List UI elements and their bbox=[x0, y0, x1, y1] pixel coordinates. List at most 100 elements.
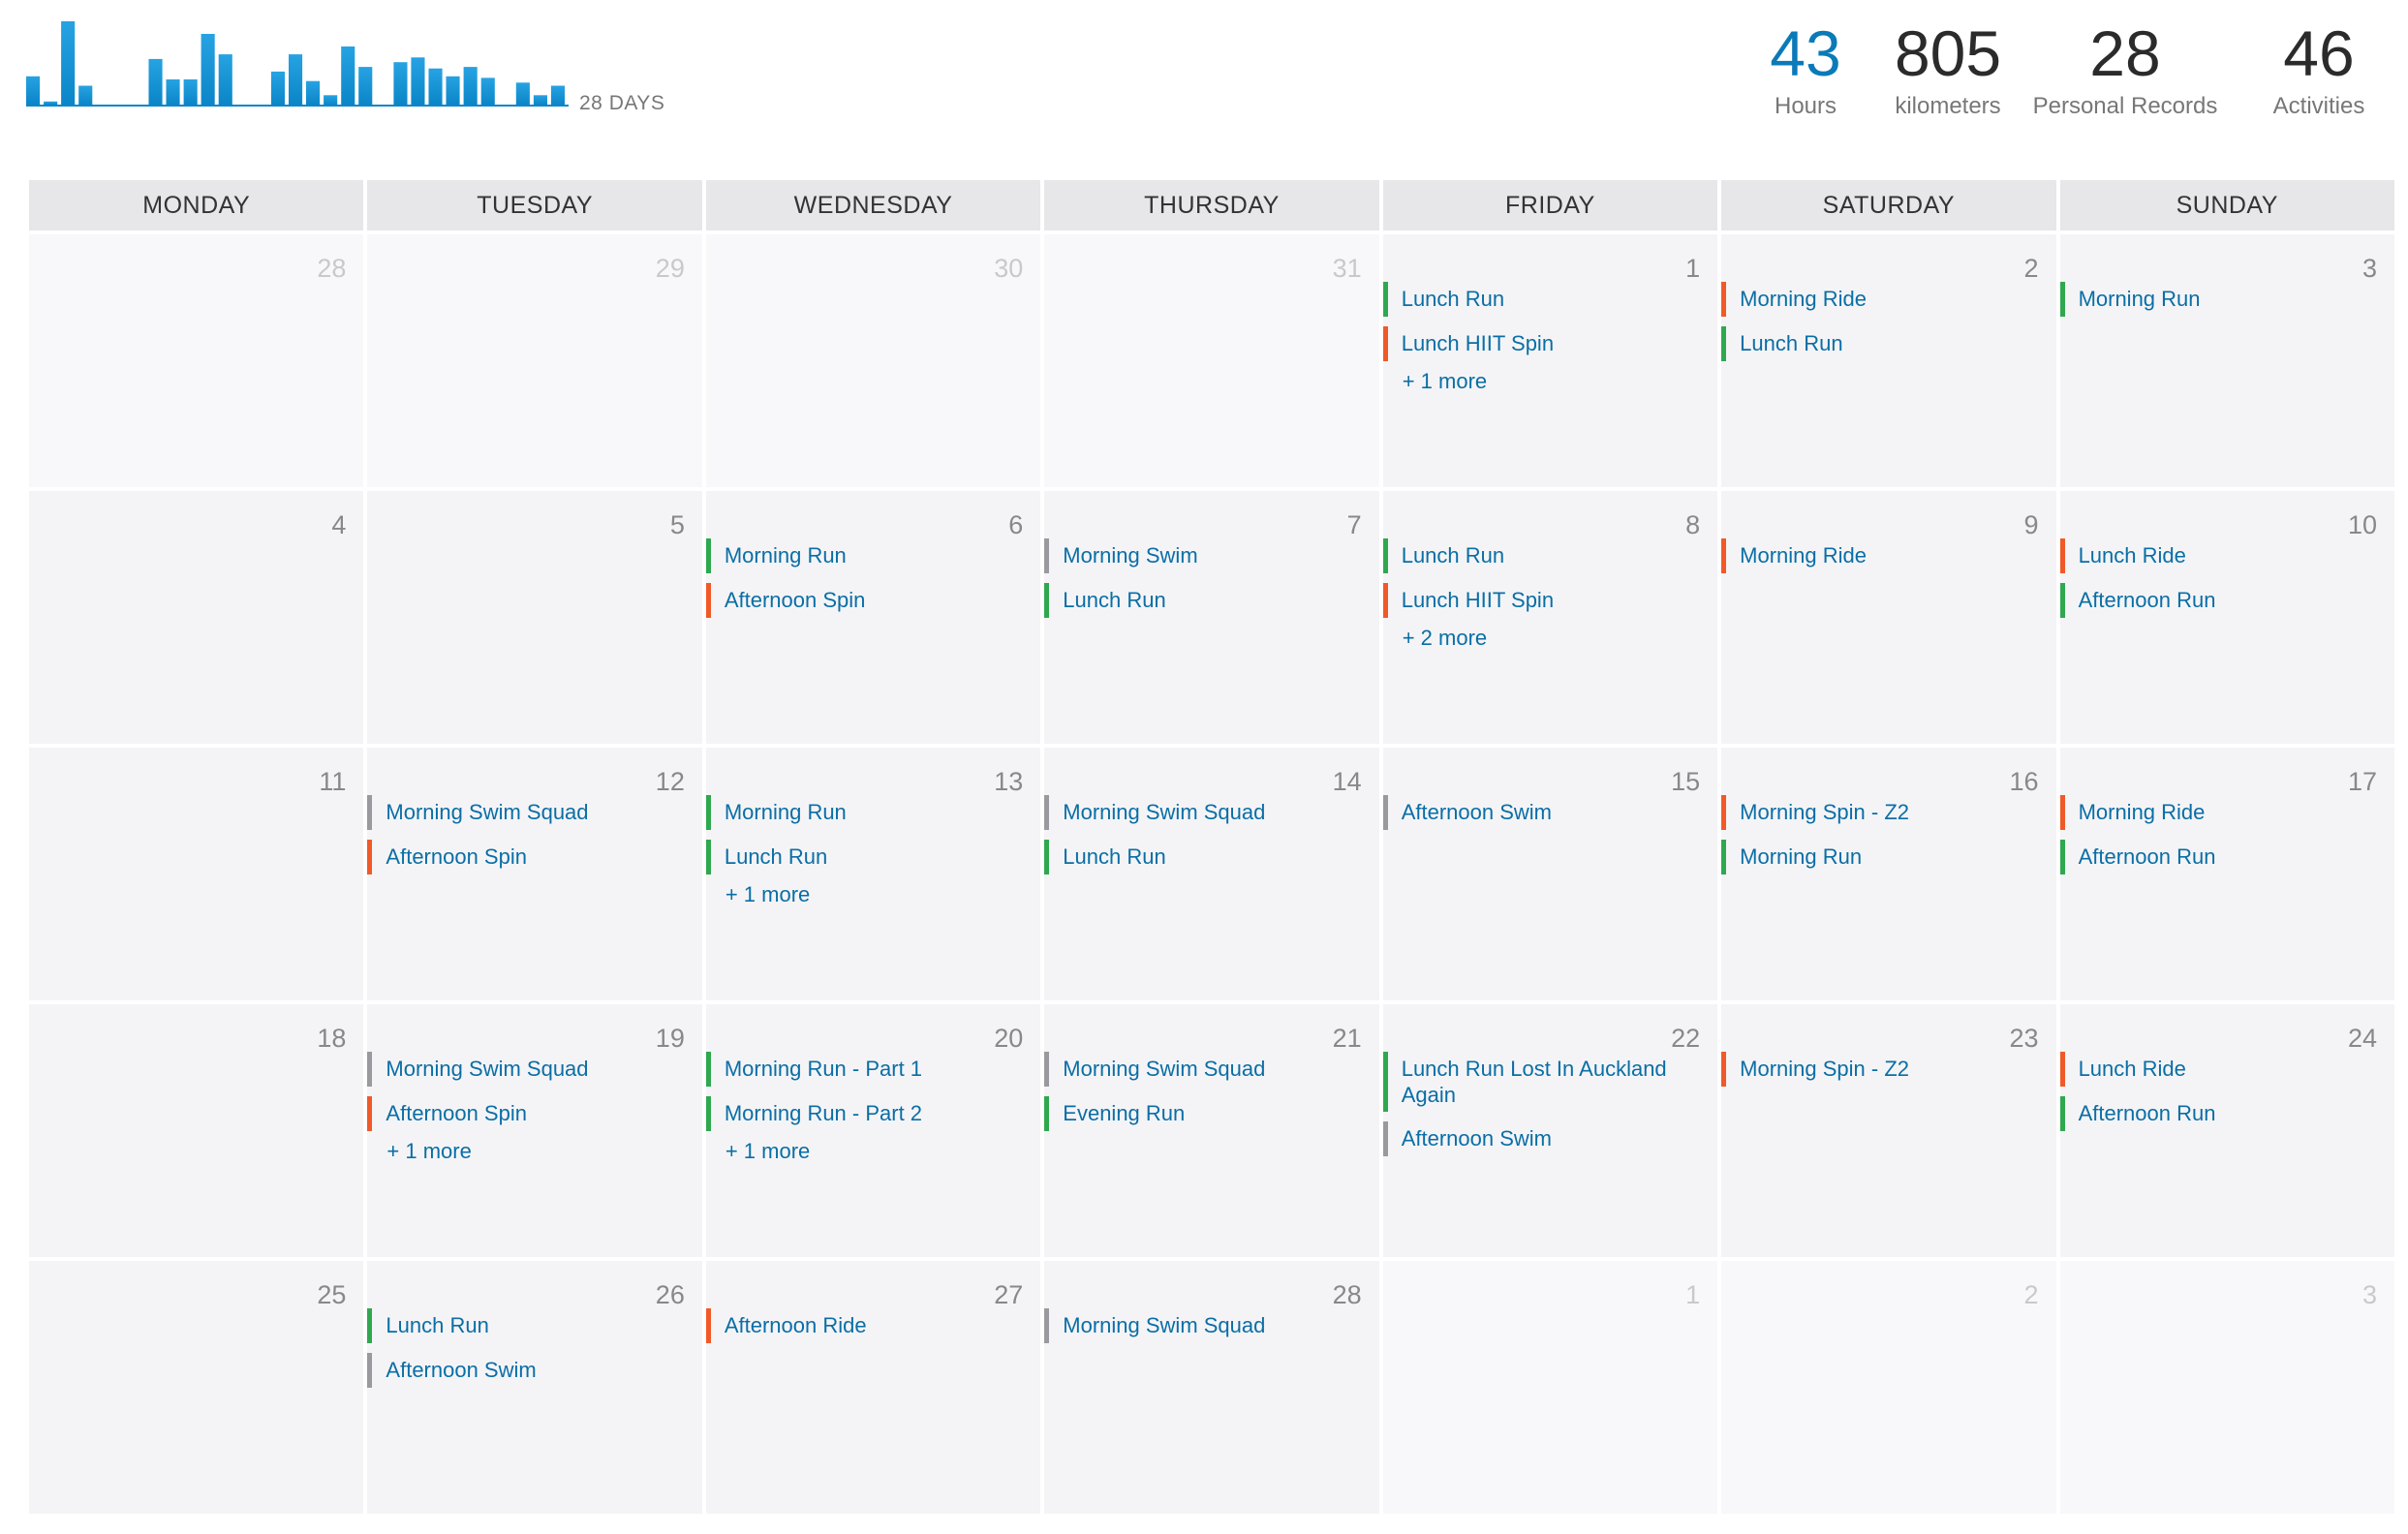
more-activities-link[interactable]: + 2 more bbox=[1383, 626, 1717, 651]
calendar-day-cell[interactable]: 13 Morning Run Lunch Run + 1 more bbox=[705, 748, 1041, 1000]
calendar-day-cell[interactable]: 5 bbox=[367, 491, 702, 744]
activity-item-ride[interactable]: Morning Ride bbox=[2059, 795, 2394, 830]
activity-item-ride[interactable]: Afternoon Spin bbox=[705, 583, 1040, 618]
activity-link[interactable]: Morning Spin - Z2 bbox=[1726, 795, 1909, 829]
calendar-day-cell[interactable]: 8 Lunch Run Lunch HIIT Spin + 2 more bbox=[1382, 491, 1718, 744]
calendar-day-cell[interactable]: 18 bbox=[29, 1004, 364, 1257]
activity-item-run[interactable]: Lunch Run bbox=[1044, 840, 1378, 874]
activity-link[interactable]: Lunch HIIT Spin bbox=[1388, 583, 1554, 617]
calendar-day-cell[interactable]: 28 Morning Swim Squad bbox=[1044, 1261, 1379, 1514]
calendar-day-cell[interactable]: 14 Morning Swim Squad Lunch Run bbox=[1044, 748, 1379, 1000]
activity-link[interactable]: Lunch Run bbox=[372, 1308, 488, 1342]
activity-link[interactable]: Lunch Run bbox=[1049, 583, 1165, 617]
calendar-day-cell[interactable]: 11 bbox=[29, 748, 364, 1000]
activity-link[interactable]: Lunch Ride bbox=[2065, 538, 2186, 572]
activity-link[interactable]: Morning Swim Squad bbox=[1049, 795, 1265, 829]
calendar-day-cell[interactable]: 6 Morning Run Afternoon Spin bbox=[705, 491, 1041, 744]
activity-item-swim[interactable]: Morning Swim Squad bbox=[367, 795, 701, 830]
activity-link[interactable]: Afternoon Ride bbox=[711, 1308, 867, 1342]
activity-item-run[interactable]: Lunch Run bbox=[1044, 583, 1378, 618]
activity-link[interactable]: Afternoon Swim bbox=[372, 1353, 536, 1387]
activity-link[interactable]: Morning Run bbox=[1726, 840, 1862, 874]
activity-link[interactable]: Morning Run - Part 2 bbox=[711, 1096, 922, 1130]
activity-link[interactable]: Morning Run bbox=[711, 538, 847, 572]
activity-item-swim[interactable]: Morning Swim Squad bbox=[1044, 795, 1378, 830]
calendar-day-cell[interactable]: 1 Lunch Run Lunch HIIT Spin + 1 more bbox=[1382, 234, 1718, 487]
activity-item-run[interactable]: Lunch Run bbox=[1721, 326, 2055, 361]
activity-link[interactable]: Evening Run bbox=[1049, 1096, 1185, 1130]
activity-item-run[interactable]: Lunch Run bbox=[1382, 538, 1717, 573]
calendar-day-cell[interactable]: 25 bbox=[29, 1261, 364, 1514]
activity-item-run[interactable]: Lunch Run bbox=[367, 1308, 701, 1343]
activity-item-swim[interactable]: Morning Swim Squad bbox=[1044, 1308, 1378, 1343]
calendar-day-cell[interactable]: 1 bbox=[1382, 1261, 1718, 1514]
activity-link[interactable]: Morning Swim Squad bbox=[1049, 1052, 1265, 1086]
more-activities-link[interactable]: + 1 more bbox=[706, 1139, 1040, 1164]
activity-link[interactable]: Afternoon Spin bbox=[372, 840, 527, 874]
activity-item-ride[interactable]: Morning Ride bbox=[1721, 282, 2055, 317]
activity-item-run[interactable]: Lunch Run bbox=[705, 840, 1040, 874]
activity-link[interactable]: Afternoon Swim bbox=[1388, 1121, 1552, 1155]
activity-link[interactable]: Lunch Run bbox=[1388, 538, 1504, 572]
activity-link[interactable]: Morning Swim bbox=[1049, 538, 1197, 572]
activity-item-run[interactable]: Morning Run - Part 2 bbox=[705, 1096, 1040, 1131]
activity-item-swim[interactable]: Morning Swim Squad bbox=[1044, 1052, 1378, 1087]
activity-link[interactable]: Afternoon Swim bbox=[1388, 795, 1552, 829]
more-activities-link[interactable]: + 1 more bbox=[367, 1139, 701, 1164]
activity-item-ride[interactable]: Morning Spin - Z2 bbox=[1721, 1052, 2055, 1087]
activity-link[interactable]: Morning Swim Squad bbox=[1049, 1308, 1265, 1342]
activity-link[interactable]: Lunch Ride bbox=[2065, 1052, 2186, 1086]
calendar-day-cell[interactable]: 7 Morning Swim Lunch Run bbox=[1044, 491, 1379, 744]
activity-link[interactable]: Morning Ride bbox=[1726, 282, 1867, 316]
activity-item-run[interactable]: Evening Run bbox=[1044, 1096, 1378, 1131]
activity-link[interactable]: Morning Ride bbox=[2065, 795, 2206, 829]
activity-item-swim[interactable]: Afternoon Swim bbox=[367, 1353, 701, 1388]
calendar-day-cell[interactable]: 20 Morning Run - Part 1 Morning Run - Part… bbox=[705, 1004, 1041, 1257]
activity-item-ride[interactable]: Lunch Ride bbox=[2059, 538, 2394, 573]
activity-link[interactable]: Morning Swim Squad bbox=[372, 795, 588, 829]
activity-item-run[interactable]: Morning Run bbox=[705, 795, 1040, 830]
calendar-day-cell[interactable]: 29 bbox=[367, 234, 702, 487]
activity-link[interactable]: Morning Ride bbox=[1726, 538, 1867, 572]
activity-link[interactable]: Morning Run bbox=[711, 795, 847, 829]
calendar-day-cell[interactable]: 2 bbox=[1721, 1261, 2056, 1514]
activity-item-run[interactable]: Morning Run - Part 1 bbox=[705, 1052, 1040, 1087]
calendar-day-cell[interactable]: 27 Afternoon Ride bbox=[705, 1261, 1041, 1514]
activity-link[interactable]: Morning Swim Squad bbox=[372, 1052, 588, 1086]
activity-item-ride[interactable]: Morning Spin - Z2 bbox=[1721, 795, 2055, 830]
activity-link[interactable]: Afternoon Spin bbox=[711, 583, 866, 617]
activity-link[interactable]: Morning Run - Part 1 bbox=[711, 1052, 922, 1086]
calendar-day-cell[interactable]: 3 bbox=[2059, 1261, 2394, 1514]
calendar-day-cell[interactable]: 19 Morning Swim Squad Afternoon Spin + 1 mo… bbox=[367, 1004, 702, 1257]
activity-link[interactable]: Morning Run bbox=[2065, 282, 2201, 316]
activity-item-ride[interactable]: Lunch HIIT Spin bbox=[1382, 583, 1717, 618]
activity-item-run[interactable]: Morning Run bbox=[1721, 840, 2055, 874]
activity-item-run[interactable]: Lunch Run Lost In Auckland Again bbox=[1382, 1052, 1717, 1112]
activity-item-ride[interactable]: Afternoon Spin bbox=[367, 1096, 701, 1131]
activity-item-ride[interactable]: Morning Ride bbox=[1721, 538, 2055, 573]
calendar-day-cell[interactable]: 9 Morning Ride bbox=[1721, 491, 2056, 744]
calendar-day-cell[interactable]: 28 bbox=[29, 234, 364, 487]
activity-item-swim[interactable]: Morning Swim Squad bbox=[367, 1052, 701, 1087]
calendar-day-cell[interactable]: 17 Morning Ride Afternoon Run bbox=[2059, 748, 2394, 1000]
activity-item-ride[interactable]: Afternoon Ride bbox=[705, 1308, 1040, 1343]
activity-link[interactable]: Afternoon Run bbox=[2065, 583, 2216, 617]
activity-link[interactable]: Lunch Run bbox=[1388, 282, 1504, 316]
activity-item-run[interactable]: Lunch Run bbox=[1382, 282, 1717, 317]
calendar-day-cell[interactable]: 24 Lunch Ride Afternoon Run bbox=[2059, 1004, 2394, 1257]
activity-item-swim[interactable]: Afternoon Swim bbox=[1382, 795, 1717, 830]
activity-link[interactable]: Afternoon Run bbox=[2065, 840, 2216, 874]
activity-item-ride[interactable]: Afternoon Spin bbox=[367, 840, 701, 874]
activity-link[interactable]: Morning Spin - Z2 bbox=[1726, 1052, 1909, 1086]
more-activities-link[interactable]: + 1 more bbox=[706, 882, 1040, 907]
calendar-day-cell[interactable]: 26 Lunch Run Afternoon Swim bbox=[367, 1261, 702, 1514]
calendar-day-cell[interactable]: 12 Morning Swim Squad Afternoon Spin bbox=[367, 748, 702, 1000]
calendar-day-cell[interactable]: 10 Lunch Ride Afternoon Run bbox=[2059, 491, 2394, 744]
activity-item-ride[interactable]: Lunch Ride bbox=[2059, 1052, 2394, 1087]
calendar-day-cell[interactable]: 4 bbox=[29, 491, 364, 744]
activity-item-run[interactable]: Afternoon Run bbox=[2059, 1096, 2394, 1131]
activity-link[interactable]: Lunch Run bbox=[1726, 326, 1842, 360]
activity-item-swim[interactable]: Afternoon Swim bbox=[1382, 1121, 1717, 1156]
calendar-day-cell[interactable]: 2 Morning Ride Lunch Run bbox=[1721, 234, 2056, 487]
calendar-day-cell[interactable]: 23 Morning Spin - Z2 bbox=[1721, 1004, 2056, 1257]
